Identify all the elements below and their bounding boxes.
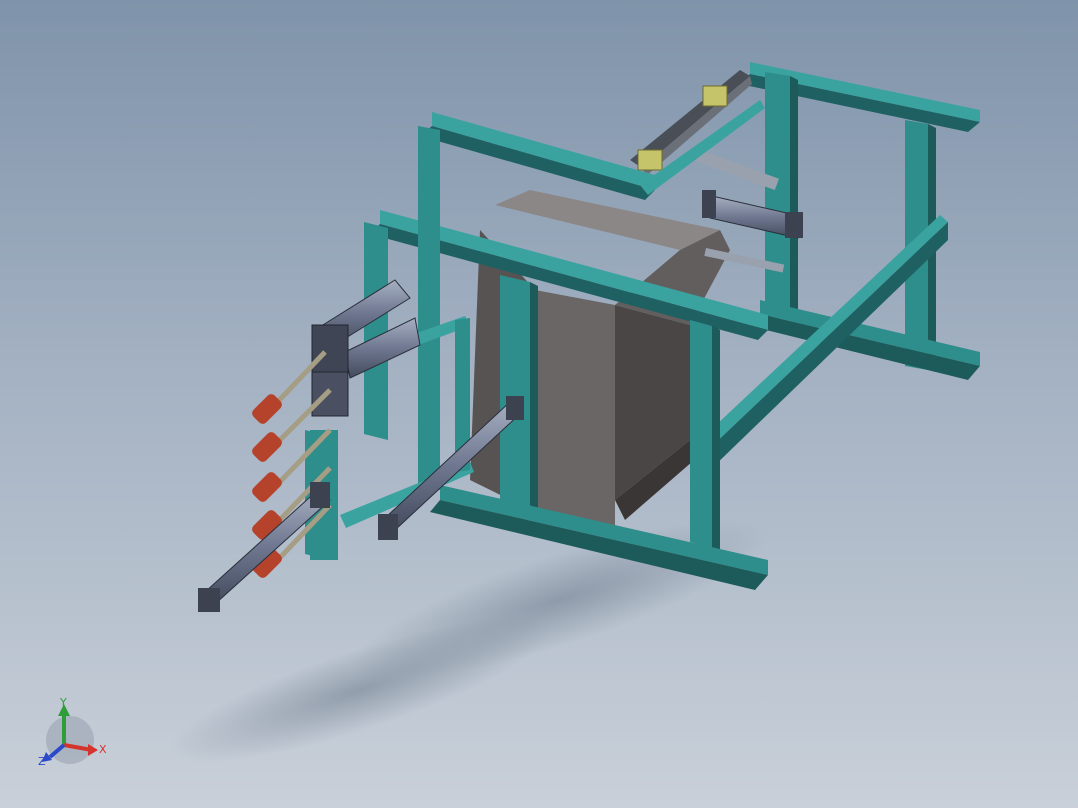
y-axis-label: Y — [59, 696, 67, 709]
sensor-block-lower[interactable] — [637, 149, 663, 171]
z-axis-label: Z — [38, 755, 46, 768]
cad-viewport[interactable]: Y X Z — [0, 0, 1078, 808]
sensor-block-upper[interactable] — [702, 85, 728, 107]
machine-model[interactable]: Y X Z — [0, 0, 1078, 808]
x-axis-label: X — [99, 743, 107, 756]
coordinate-triad[interactable]: Y X Z — [38, 696, 107, 768]
